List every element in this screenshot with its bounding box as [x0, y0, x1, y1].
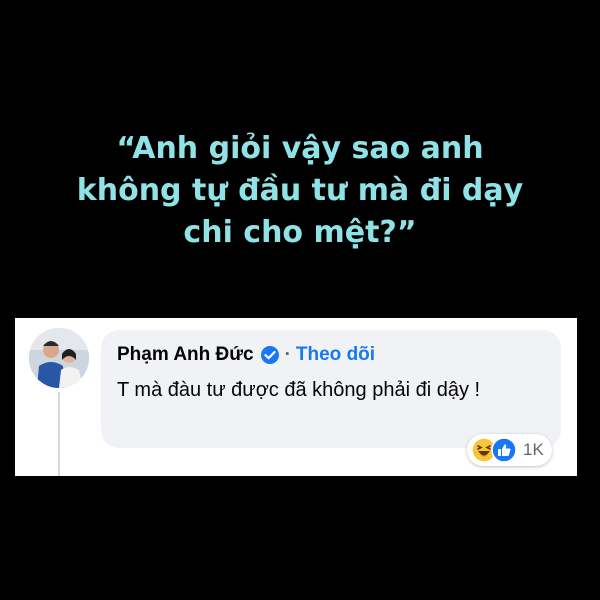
- quote-line-3: chi cho mệt?”: [183, 215, 417, 250]
- like-icon: [491, 437, 517, 463]
- follow-link[interactable]: Theo dõi: [296, 344, 375, 366]
- reaction-count: 1K: [523, 440, 544, 459]
- reply-thread-line: [58, 392, 60, 476]
- header-separator: ·: [284, 344, 291, 365]
- comment-text: T mà đàu tư được đã không phải đi dậy !: [117, 379, 481, 401]
- quote-line-1: “Anh giỏi vậy sao anh: [116, 131, 484, 166]
- comment-panel: Phạm Anh Đức · Theo dõi T mà đàu tư được…: [15, 318, 577, 476]
- comment-header: Phạm Anh Đức · Theo dõi: [117, 342, 375, 368]
- avatar-photo: [29, 328, 89, 388]
- comment-bubble: Phạm Anh Đức · Theo dõi T mà đàu tư được…: [101, 330, 561, 448]
- quote-line-2: không tự đầu tư mà đi dạy: [76, 173, 524, 208]
- avatar[interactable]: [29, 328, 89, 388]
- quote-text: “Anh giỏi vậy sao anh không tự đầu tư mà…: [40, 128, 560, 254]
- reactions-summary[interactable]: 1K: [467, 434, 552, 466]
- verified-badge-icon: [260, 345, 280, 365]
- screenshot-canvas: “Anh giỏi vậy sao anh không tự đầu tư mà…: [0, 0, 600, 600]
- author-name[interactable]: Phạm Anh Đức: [117, 344, 254, 366]
